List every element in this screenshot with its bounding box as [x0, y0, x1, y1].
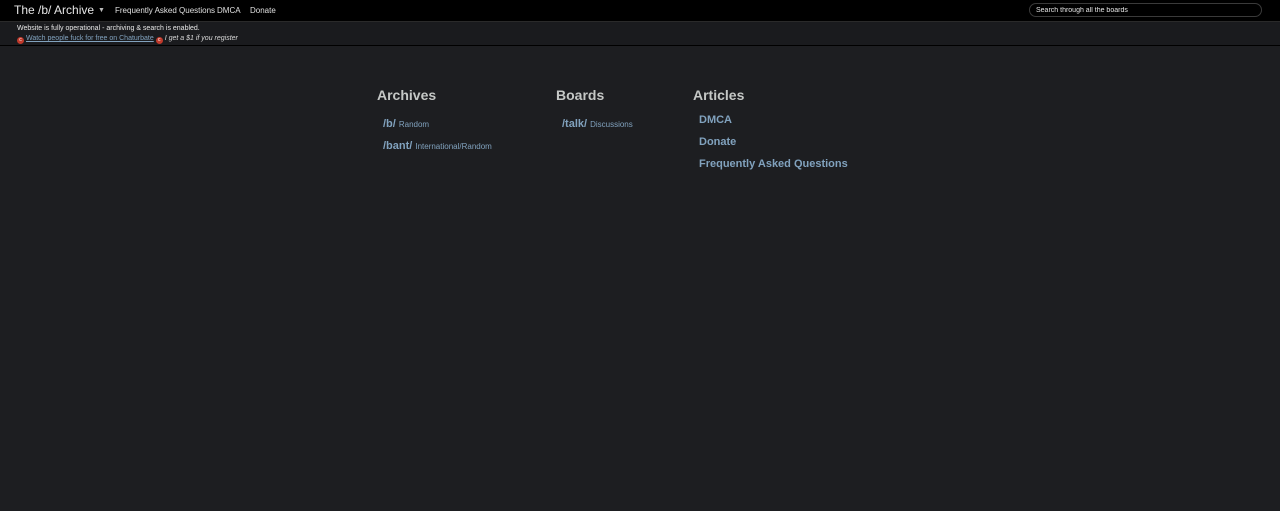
chaturbate-icon: c	[155, 37, 163, 44]
nav-dmca-link[interactable]: DMCA	[217, 6, 241, 15]
promo-row: c Watch people fuck for free on Chaturbat…	[17, 35, 238, 44]
board-code: /talk/	[562, 118, 588, 130]
caret-down-icon: ▼	[98, 7, 105, 14]
article-link-faq[interactable]: Frequently Asked Questions	[699, 158, 848, 170]
chaturbate-icon: c	[17, 37, 24, 44]
promo-link[interactable]: Watch people fuck for free on Chaturbate	[26, 35, 154, 42]
archive-link-bant[interactable]: /bant/International/Random	[383, 136, 492, 154]
status-message: Website is fully operational - archiving…	[17, 25, 200, 32]
board-code: /bant/	[383, 140, 413, 152]
notice-bar: Website is fully operational - archiving…	[0, 22, 1280, 46]
article-link-donate[interactable]: Donate	[699, 136, 736, 148]
nav-donate-link[interactable]: Donate	[250, 6, 276, 15]
archives-section: Archives /b/Random /bant/International/R…	[377, 87, 492, 152]
nav-faq-link[interactable]: Frequently Asked Questions	[115, 6, 215, 15]
brand-dropdown[interactable]: The /b/ Archive ▼	[14, 3, 105, 17]
board-link-talk[interactable]: /talk/Discussions	[562, 114, 633, 132]
articles-heading: Articles	[693, 87, 745, 103]
article-link-dmca[interactable]: DMCA	[699, 114, 732, 126]
brand-title: The /b/ Archive	[14, 3, 95, 17]
board-description: International/Random	[415, 142, 492, 151]
archive-link-b[interactable]: /b/Random	[383, 114, 429, 132]
search-input[interactable]	[1029, 3, 1262, 17]
boards-section: Boards /talk/Discussions	[556, 87, 633, 130]
board-description: Discussions	[590, 120, 633, 129]
board-code: /b/	[383, 118, 396, 130]
articles-section: Articles DMCA Donate Frequently Asked Qu…	[693, 87, 848, 170]
archives-heading: Archives	[377, 87, 437, 103]
boards-heading: Boards	[556, 87, 605, 103]
top-navbar: The /b/ Archive ▼ Frequently Asked Questi…	[0, 0, 1280, 22]
promo-note: I get a $1 if you register	[164, 35, 238, 42]
board-description: Random	[398, 120, 430, 129]
